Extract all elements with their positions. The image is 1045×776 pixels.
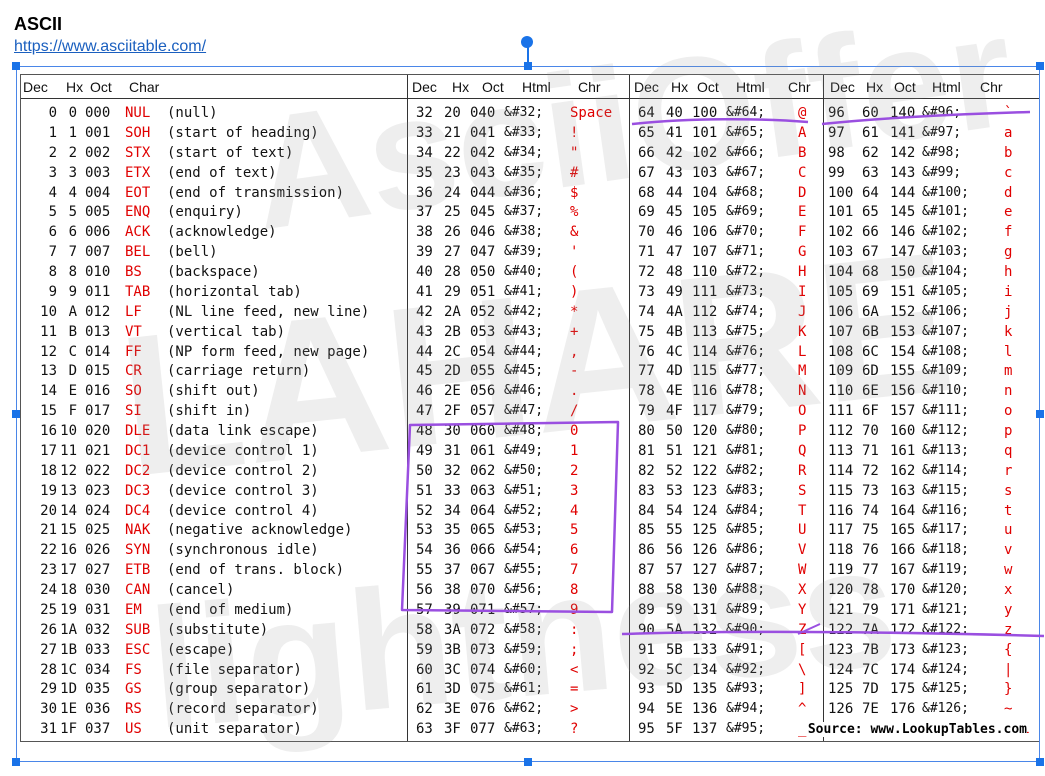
resize-handle-bottom-left[interactable] [12, 758, 20, 766]
resize-handle-bottom[interactable] [524, 758, 532, 766]
asciitable-link[interactable]: https://www.asciitable.com/ [14, 38, 206, 56]
image-selection-frame [16, 66, 1040, 762]
resize-handle-bottom-right[interactable] [1036, 758, 1044, 766]
resize-handle-top[interactable] [524, 62, 532, 70]
resize-handle-left[interactable] [12, 410, 20, 418]
document-title: ASCII [14, 14, 63, 34]
resize-handle-top-left[interactable] [12, 62, 20, 70]
rotation-handle[interactable] [521, 36, 533, 48]
resize-handle-top-right[interactable] [1036, 62, 1044, 70]
resize-handle-right[interactable] [1036, 410, 1044, 418]
